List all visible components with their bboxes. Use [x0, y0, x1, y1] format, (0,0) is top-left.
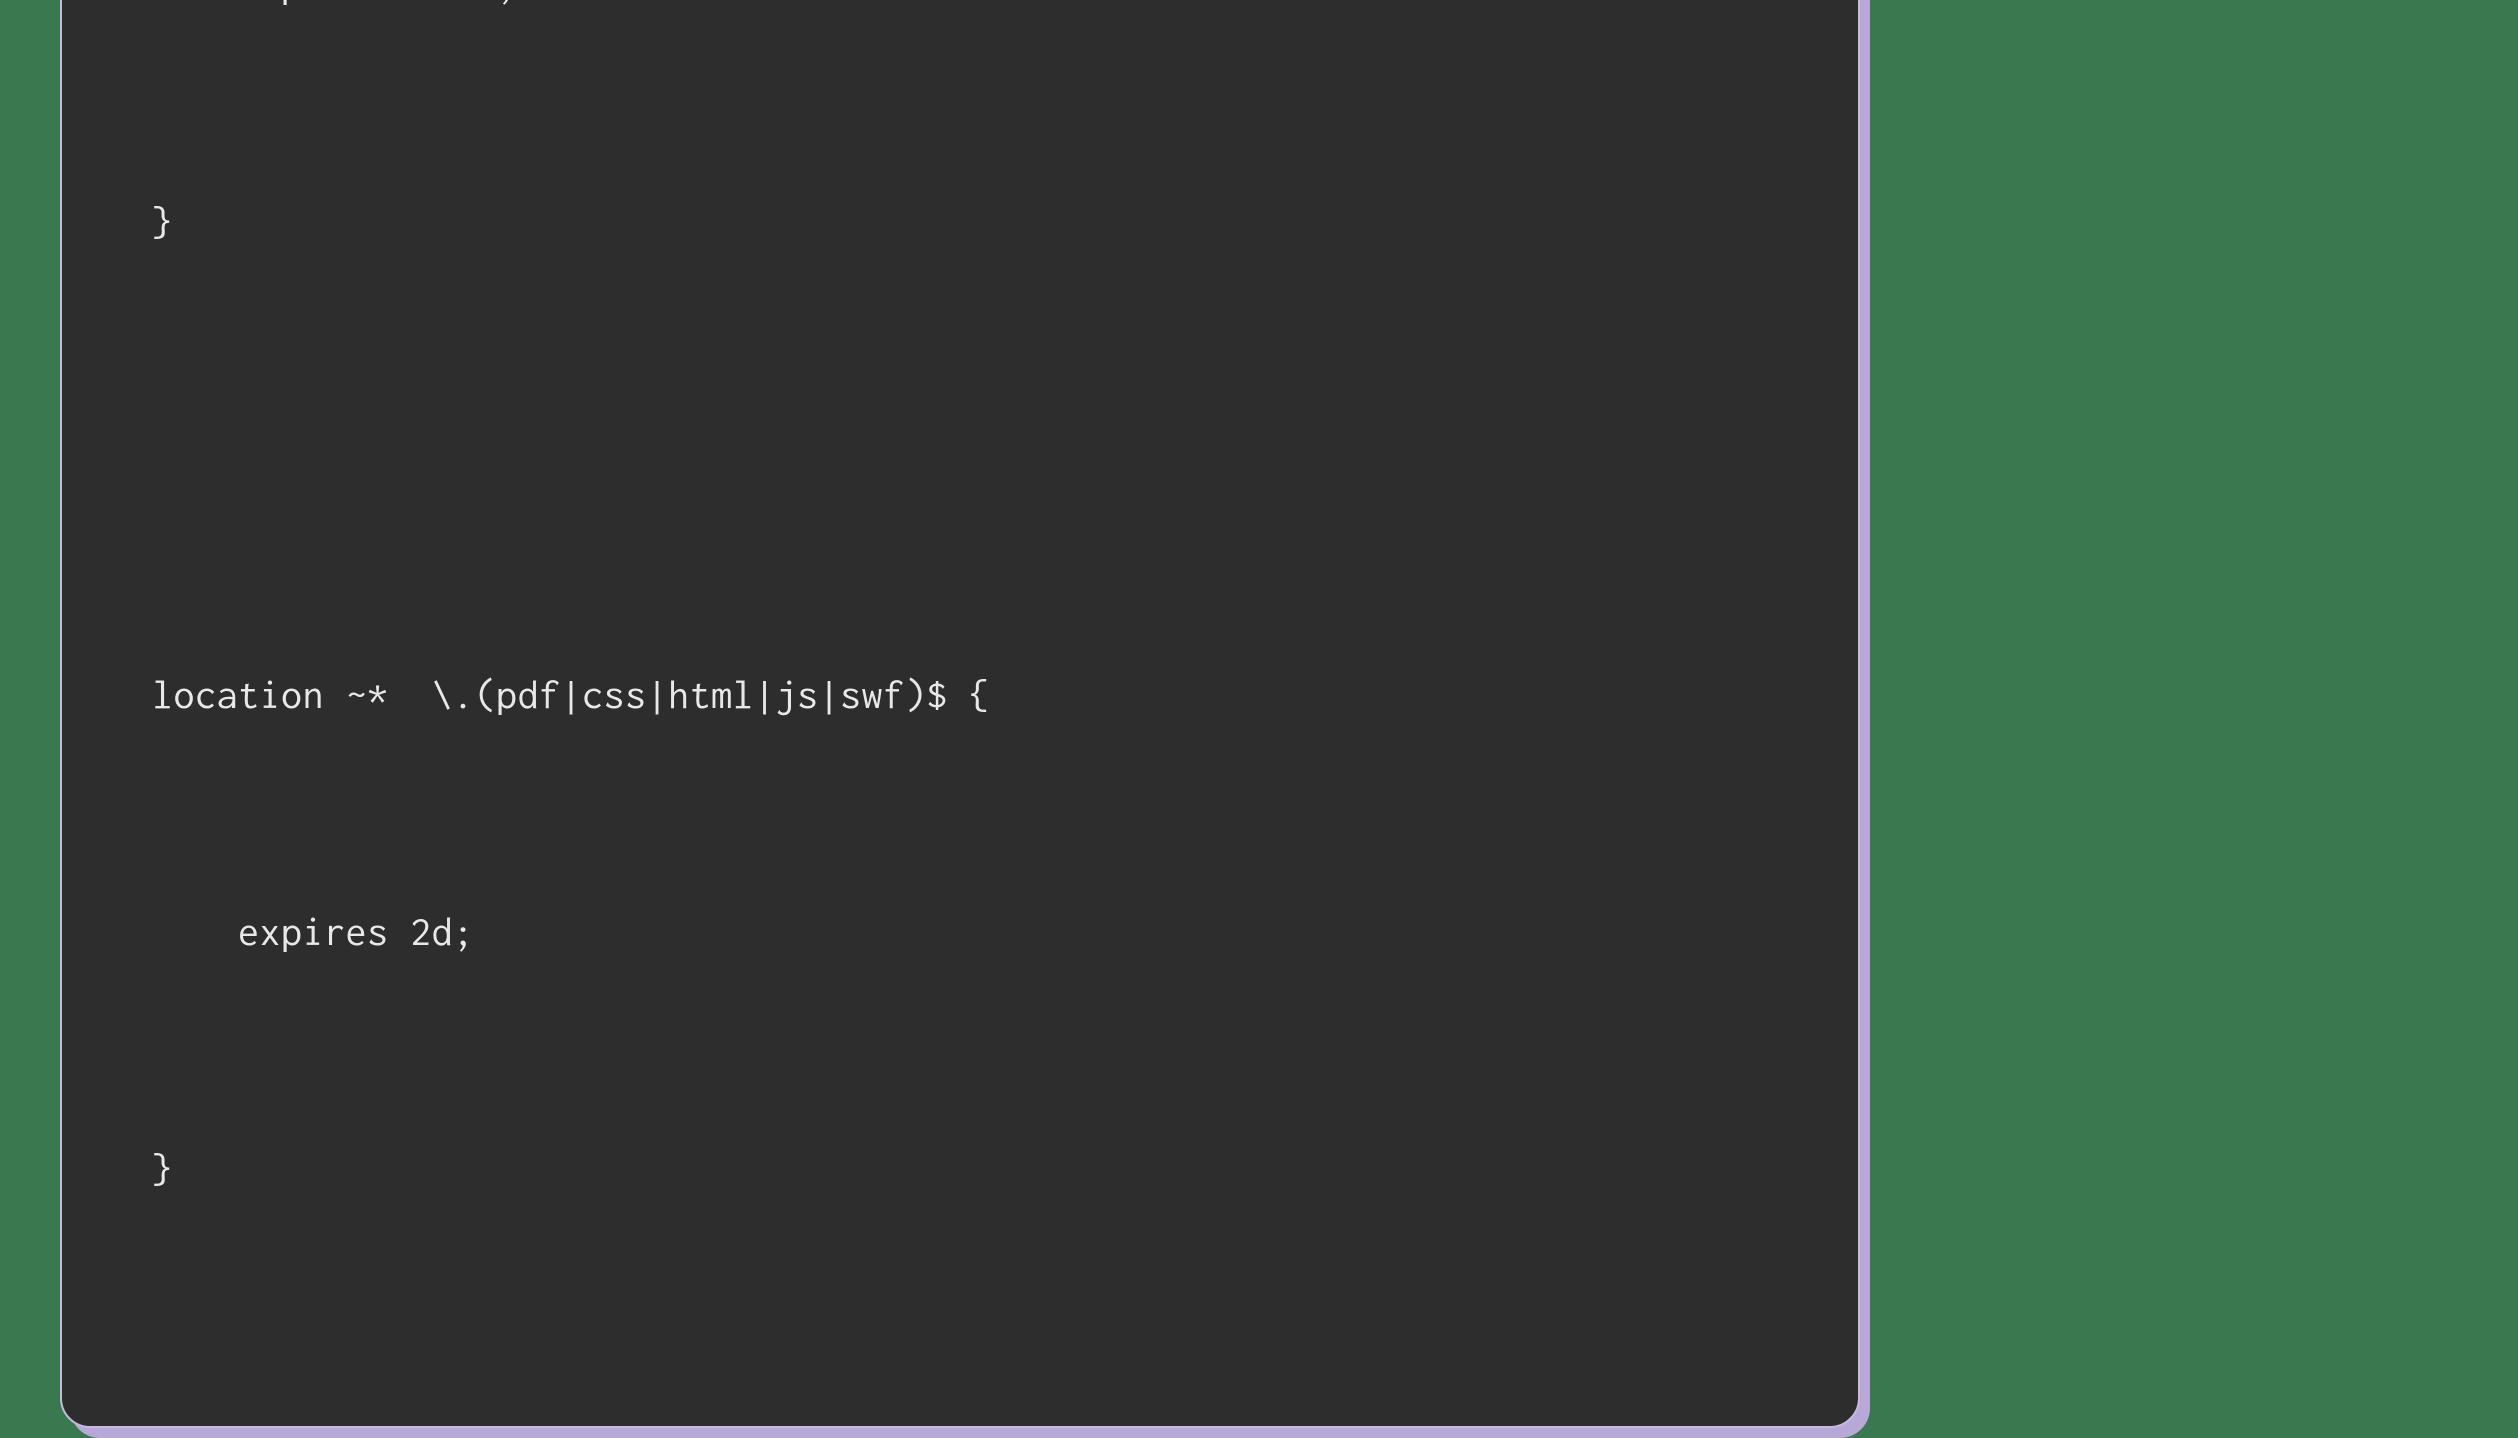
code-line: expires 2d;	[152, 892, 1768, 971]
code-line: }	[152, 1129, 1768, 1208]
code-line: }	[152, 182, 1768, 261]
code-content: location ~* \.(jpg|jpeg|gif|png|svg)$ { …	[152, 0, 1768, 1366]
code-line	[152, 419, 1768, 498]
code-block: location ~* \.(jpg|jpeg|gif|png|svg)$ { …	[60, 0, 1860, 1428]
code-line: expires 365d;	[152, 0, 1768, 24]
code-line: location ~* \.(pdf|css|html|js|swf)$ {	[152, 655, 1768, 734]
code-block-container: location ~* \.(jpg|jpeg|gif|png|svg)$ { …	[60, 0, 1860, 1428]
